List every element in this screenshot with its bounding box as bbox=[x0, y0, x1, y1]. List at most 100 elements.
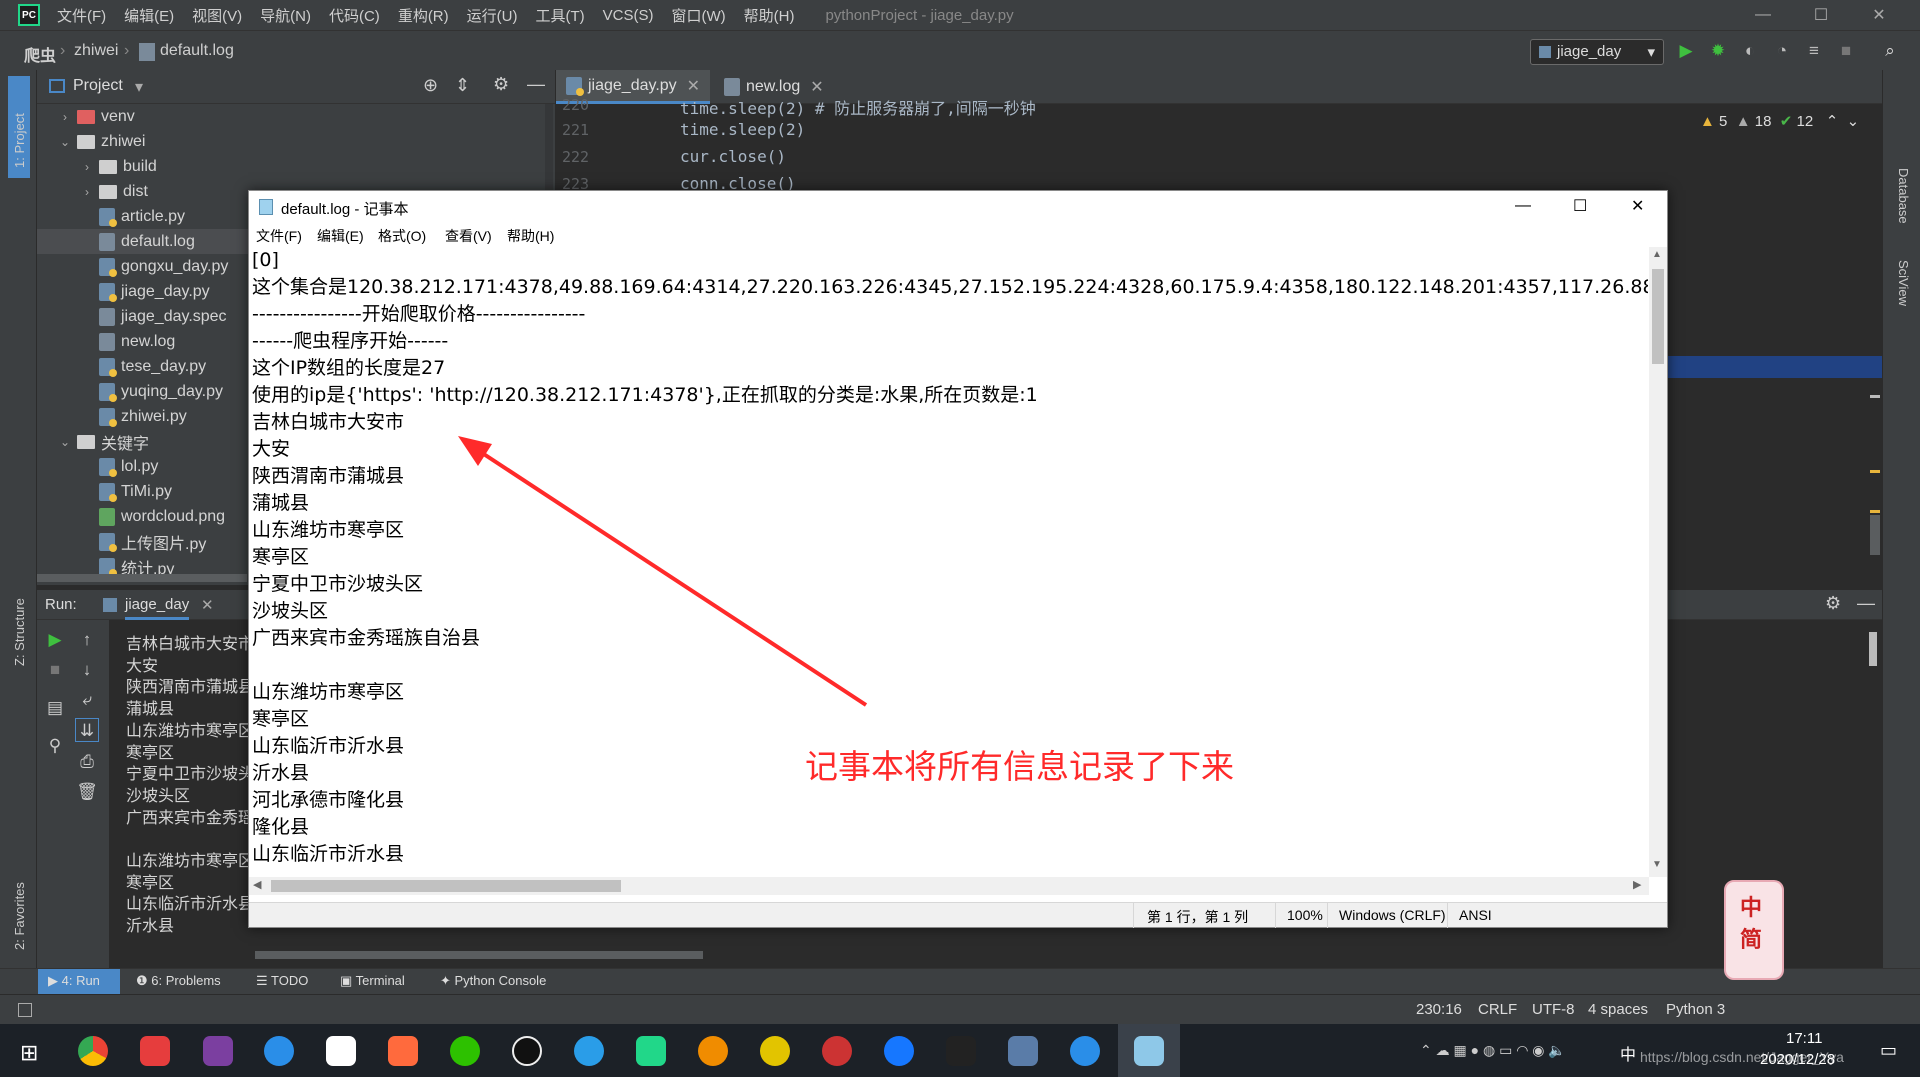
search-app-icon[interactable] bbox=[698, 1036, 728, 1066]
tree-item[interactable]: 上传图片.py bbox=[79, 529, 206, 554]
terminal-tool-button[interactable]: ▣ Terminal bbox=[340, 973, 405, 989]
chevron-up-icon[interactable]: ⌃ bbox=[1826, 113, 1839, 130]
feishu-icon[interactable] bbox=[264, 1036, 294, 1066]
scroll-right-icon[interactable]: ▶ bbox=[1633, 878, 1641, 891]
chevron-right-icon[interactable]: › bbox=[79, 185, 95, 199]
inspection-widget[interactable]: ▲ 5 ▲ 18 ✔ 12 ⌃ ⌄ bbox=[1700, 112, 1859, 130]
run-tool-button[interactable]: ▶ 4: Run bbox=[48, 973, 100, 989]
scroll-thumb[interactable] bbox=[1652, 269, 1664, 364]
error-stripe-mark[interactable] bbox=[1870, 510, 1880, 513]
notepad-menu-help[interactable]: 帮助(H) bbox=[507, 226, 554, 246]
menu-code[interactable]: 代码(C) bbox=[329, 5, 380, 26]
app-dark-icon[interactable] bbox=[946, 1036, 976, 1066]
caret-position[interactable]: 230:16 bbox=[1416, 1001, 1462, 1018]
coverage-icon[interactable]: ◐ bbox=[1740, 41, 1760, 61]
jetbrains-icon[interactable] bbox=[203, 1036, 233, 1066]
tree-item[interactable]: › dist bbox=[79, 179, 148, 204]
close-icon[interactable]: ✕ bbox=[1850, 0, 1908, 30]
stop-icon[interactable]: ■ bbox=[1836, 41, 1856, 61]
chevron-down-icon[interactable]: ▾ bbox=[135, 77, 143, 97]
problems-tool-button[interactable]: ❶ 6: Problems bbox=[136, 973, 221, 989]
breadcrumb-project[interactable]: 爬虫 bbox=[24, 42, 56, 66]
run-scrollbar-thumb[interactable] bbox=[1869, 632, 1877, 666]
browser-icon[interactable] bbox=[574, 1036, 604, 1066]
error-stripe-mark[interactable] bbox=[1870, 395, 1880, 398]
locate-icon[interactable]: ⊕ bbox=[423, 75, 438, 96]
notepad-vertical-scrollbar[interactable]: ▲ ▼ bbox=[1649, 247, 1667, 877]
notepad-menu-view[interactable]: 查看(V) bbox=[445, 226, 492, 246]
notification-icon[interactable]: ▭ bbox=[1880, 1040, 1897, 1061]
scroll-down-icon[interactable]: ▼ bbox=[1652, 859, 1662, 870]
chevron-down-icon[interactable]: ⌄ bbox=[57, 135, 73, 149]
menu-tools[interactable]: 工具(T) bbox=[535, 5, 584, 26]
minimize-icon[interactable]: — bbox=[1734, 0, 1792, 30]
ime-mode[interactable]: 中 bbox=[1740, 890, 1762, 922]
menu-window[interactable]: 窗口(W) bbox=[671, 5, 725, 26]
chevron-right-icon[interactable]: › bbox=[57, 110, 73, 124]
tree-item[interactable]: jiage_day.spec bbox=[79, 304, 227, 329]
chevron-right-icon[interactable]: › bbox=[79, 160, 95, 174]
scroll-up-icon[interactable]: ▲ bbox=[1652, 249, 1662, 260]
tree-item[interactable]: ⌄ 关键字 bbox=[57, 429, 149, 454]
close-icon[interactable]: ✕ bbox=[201, 596, 214, 614]
debug-icon[interactable]: ✹ bbox=[1708, 41, 1728, 61]
app-blue-icon[interactable] bbox=[884, 1036, 914, 1066]
chevron-down-icon[interactable]: ⌄ bbox=[1847, 113, 1860, 130]
notepad-menu-edit[interactable]: 编辑(E) bbox=[317, 226, 364, 246]
tree-item[interactable]: lol.py bbox=[79, 454, 158, 479]
close-icon[interactable]: ✕ bbox=[810, 77, 823, 97]
indent-setting[interactable]: 4 spaces bbox=[1588, 1001, 1648, 1018]
tree-item[interactable]: wordcloud.png bbox=[79, 504, 225, 529]
close-icon[interactable]: ✕ bbox=[687, 76, 700, 96]
windows-start-icon[interactable]: ⊞ bbox=[20, 1040, 38, 1066]
menu-vcs[interactable]: VCS(S) bbox=[603, 7, 654, 24]
scroll-thumb[interactable] bbox=[271, 880, 621, 892]
run-tab-label[interactable]: jiage_day bbox=[125, 596, 190, 620]
notepad-menu-format[interactable]: 格式(O) bbox=[378, 226, 426, 246]
menu-refactor[interactable]: 重构(R) bbox=[398, 5, 449, 26]
clock-time[interactable]: 17:11 bbox=[1786, 1030, 1822, 1047]
run-icon[interactable]: ▶ bbox=[1676, 41, 1696, 61]
run-horizontal-scrollbar[interactable] bbox=[255, 951, 703, 959]
app-avatar-icon[interactable] bbox=[822, 1036, 852, 1066]
project-tool-label[interactable]: 1: Project bbox=[12, 113, 27, 168]
gear-icon[interactable]: ⚙ bbox=[493, 74, 509, 95]
error-stripe-mark[interactable] bbox=[1870, 470, 1880, 473]
app-orange-icon[interactable] bbox=[388, 1036, 418, 1066]
pycharm-taskbar-icon[interactable] bbox=[636, 1036, 666, 1066]
app-yellow-icon[interactable] bbox=[760, 1036, 790, 1066]
todo-tool-button[interactable]: ☰ TODO bbox=[256, 973, 308, 989]
chevron-down-icon[interactable]: ⌄ bbox=[57, 435, 73, 449]
minimize-icon[interactable]: — bbox=[1515, 197, 1531, 215]
qq-icon[interactable] bbox=[512, 1036, 542, 1066]
tree-item[interactable]: gongxu_day.py bbox=[79, 254, 228, 279]
ime-simplified[interactable]: 简 bbox=[1740, 922, 1762, 954]
tool-windows-toggle-icon[interactable] bbox=[18, 1003, 32, 1017]
notepad-horizontal-scrollbar[interactable]: ◀ ▶ bbox=[249, 877, 1649, 895]
breadcrumb-folder[interactable]: zhiwei bbox=[74, 42, 118, 60]
profile-icon[interactable]: ◔ bbox=[1772, 41, 1792, 61]
wechat-icon[interactable] bbox=[450, 1036, 480, 1066]
run-config-select[interactable]: jiage_day ▾ bbox=[1530, 39, 1664, 65]
scroll-left-icon[interactable]: ◀ bbox=[253, 878, 261, 891]
menu-navigate[interactable]: 导航(N) bbox=[260, 5, 311, 26]
notepad-menu-file[interactable]: 文件(F) bbox=[256, 226, 302, 246]
ime-toolbar[interactable]: 中 简 bbox=[1724, 880, 1784, 980]
breadcrumb-file[interactable]: default.log bbox=[160, 42, 234, 60]
collapse-icon[interactable]: ⇕ bbox=[455, 75, 470, 96]
menu-run[interactable]: 运行(U) bbox=[467, 5, 518, 26]
remote-desktop-icon[interactable] bbox=[1008, 1036, 1038, 1066]
python-interpreter[interactable]: Python 3 bbox=[1666, 1001, 1725, 1018]
maximize-icon[interactable]: ☐ bbox=[1792, 0, 1850, 30]
menu-edit[interactable]: 编辑(E) bbox=[124, 5, 174, 26]
tree-item[interactable]: ⌄ zhiwei bbox=[57, 129, 146, 154]
tree-item[interactable]: 统计.py bbox=[79, 554, 174, 574]
notepad-icon[interactable] bbox=[1134, 1036, 1164, 1066]
tree-item[interactable]: yuqing_day.py bbox=[79, 379, 223, 404]
file-encoding[interactable]: UTF-8 bbox=[1532, 1001, 1575, 1018]
menu-help[interactable]: 帮助(H) bbox=[744, 5, 795, 26]
tree-item[interactable]: new.log bbox=[79, 329, 175, 354]
tree-item[interactable]: jiage_day.py bbox=[79, 279, 210, 304]
maximize-icon[interactable]: ☐ bbox=[1573, 196, 1587, 216]
ime-language[interactable]: 中 bbox=[1620, 1041, 1636, 1065]
